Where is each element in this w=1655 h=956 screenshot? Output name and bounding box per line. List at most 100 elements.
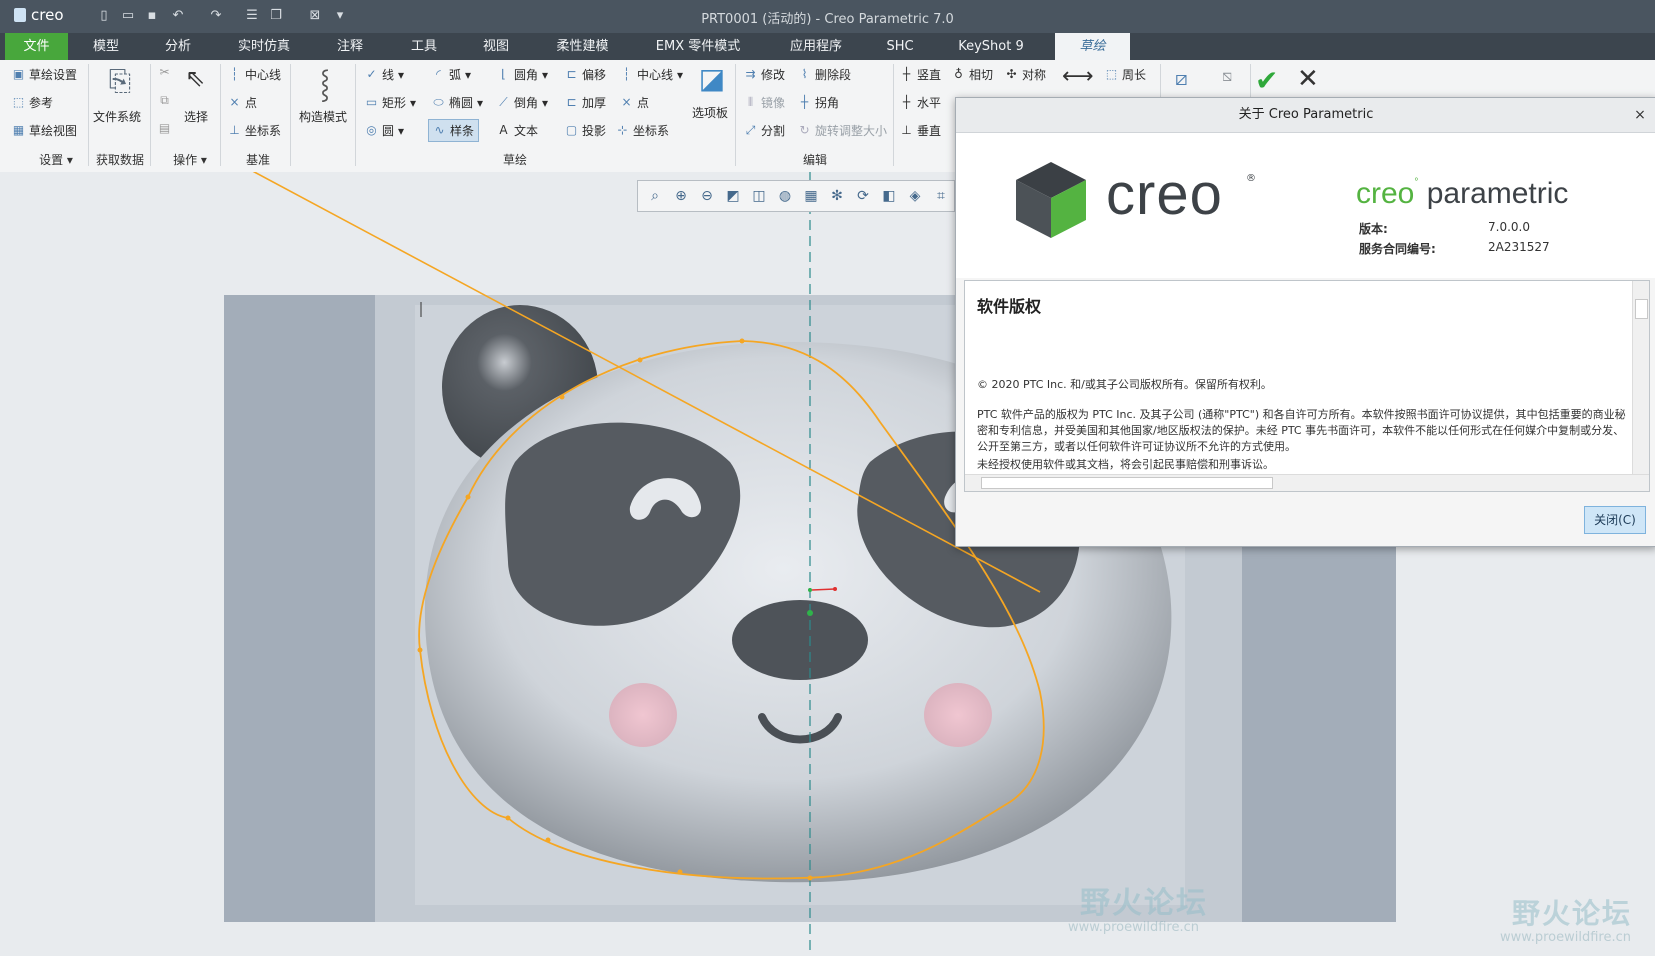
sketch-setup-button[interactable]: ▣ 草绘设置 <box>12 66 77 83</box>
creo-cube-logo-icon <box>1016 162 1086 238</box>
spline-point[interactable] <box>545 837 551 843</box>
display-style-icon[interactable]: ◫ <box>748 185 770 207</box>
rectangle-button[interactable]: ▭ 矩形 ▾ <box>365 94 416 111</box>
spline-point[interactable] <box>559 394 565 400</box>
spline-point[interactable] <box>417 647 423 653</box>
spin-center-icon[interactable]: ⟳ <box>852 185 874 207</box>
corner-button[interactable]: ┼ 拐角 <box>798 94 839 111</box>
spline-icon: ∿ <box>434 123 445 137</box>
vertical-scrollbar[interactable] <box>1632 281 1649 475</box>
file-system-button[interactable]: 文件系统 <box>93 108 141 125</box>
palette-icon[interactable]: ◪ <box>694 62 730 95</box>
fillet-button[interactable]: ⌊ 圆角 ▾ <box>497 66 548 83</box>
tab-view[interactable]: 视图 <box>468 33 524 60</box>
panda-right-blush <box>924 683 992 747</box>
tab-file[interactable]: 文件 <box>5 33 68 60</box>
horizontal-constraint-button[interactable]: ┼ 水平 <box>900 94 941 111</box>
cancel-x-icon[interactable]: ✕ <box>1297 64 1319 94</box>
sketch-csys-button[interactable]: ⊹ 坐标系 <box>616 122 669 139</box>
sketch-point[interactable] <box>808 588 812 592</box>
tangent-icon: ♁ <box>954 67 963 81</box>
repaint-icon[interactable]: ◩ <box>722 185 744 207</box>
dimension-icon[interactable]: ⟷ <box>1062 64 1094 89</box>
tab-analysis[interactable]: 分析 <box>150 33 206 60</box>
copy-icon[interactable]: ⧉ <box>158 94 171 107</box>
perpendicular-constraint-button[interactable]: ⊥ 垂直 <box>900 122 941 139</box>
datum-display-icon[interactable]: ✻ <box>826 185 848 207</box>
spline-point[interactable] <box>807 875 813 881</box>
sketch-display-icon[interactable]: ◈ <box>904 185 926 207</box>
spline-point[interactable] <box>465 494 471 500</box>
tab-annotate[interactable]: 注释 <box>322 33 378 60</box>
datum-centerline-button[interactable]: ┆ 中心线 <box>228 66 281 83</box>
construction-mode-icon[interactable]: ⸾ <box>305 64 345 102</box>
divide-button[interactable]: ⤢ 分割 <box>744 122 785 139</box>
overlap-icon[interactable]: ⧅ <box>1222 66 1232 86</box>
thicken-button[interactable]: ⊏ 加厚 <box>565 94 606 111</box>
view-manager-icon[interactable]: ▦ <box>800 185 822 207</box>
delete-segment-button[interactable]: ⌇ 删除段 <box>798 66 851 83</box>
ellipse-button[interactable]: ⬭ 椭圆 ▾ <box>432 94 483 111</box>
palette-button[interactable]: 选项板 <box>692 104 728 121</box>
spline-button[interactable]: ∿ 样条 <box>428 119 480 142</box>
scroll-thumb[interactable] <box>981 477 1273 489</box>
group-setup[interactable]: 设置 ▾ <box>26 151 86 168</box>
zoom-in-icon[interactable]: ⊕ <box>670 185 692 207</box>
saved-orientations-icon[interactable]: ◍ <box>774 185 796 207</box>
datum-point-button[interactable]: × 点 <box>228 94 257 111</box>
modify-button[interactable]: ⇉ 修改 <box>744 66 785 83</box>
contract-label: 服务合同编号: <box>1359 242 1436 256</box>
tab-tools[interactable]: 工具 <box>396 33 452 60</box>
sketch-centerline-button[interactable]: ┆ 中心线 ▾ <box>620 66 683 83</box>
horizontal-scrollbar[interactable] <box>965 474 1649 491</box>
datum-csys-button[interactable]: ⊥ 坐标系 <box>228 122 281 139</box>
tab-keyshot[interactable]: KeyShot 9 <box>946 33 1036 60</box>
sketch-view-icon[interactable]: ◧ <box>878 185 900 207</box>
divider <box>735 64 736 166</box>
rotate-resize-button[interactable]: ↻ 旋转调整大小 <box>798 122 887 139</box>
vertical-constraint-button[interactable]: ┼ 竖直 <box>900 66 941 83</box>
project-button[interactable]: ▢ 投影 <box>565 122 606 139</box>
inspect-icon[interactable]: ⧄ <box>1175 66 1188 90</box>
arc-button[interactable]: ◜ 弧 ▾ <box>432 66 471 83</box>
spline-point[interactable] <box>677 869 683 875</box>
tab-shc[interactable]: SHC <box>876 33 924 60</box>
copyright-textbox[interactable]: 软件版权 © 2020 PTC Inc. 和/或其子公司版权所有。保留所有权利。… <box>964 280 1650 492</box>
tab-flexible-modeling[interactable]: 柔性建模 <box>545 33 620 60</box>
construction-mode-button[interactable]: 构造模式 <box>299 108 347 125</box>
tab-emx[interactable]: EMX 零件模式 <box>648 33 748 60</box>
perimeter-button[interactable]: ⬚ 周长 <box>1105 66 1146 83</box>
mirror-button[interactable]: ⫴ 镜像 <box>744 94 785 111</box>
circle-button[interactable]: ◎ 圆 ▾ <box>365 122 404 139</box>
group-operations[interactable]: 操作 ▾ <box>160 151 220 168</box>
select-cursor-icon[interactable]: ⇖ <box>180 64 210 92</box>
scroll-thumb[interactable] <box>1635 299 1648 319</box>
paste-icon[interactable]: ▤ <box>158 122 171 135</box>
tab-live-simulation[interactable]: 实时仿真 <box>228 33 300 60</box>
symmetric-constraint-button[interactable]: ✣ 对称 <box>1005 66 1046 83</box>
close-button[interactable]: 关闭(C) <box>1584 506 1646 534</box>
references-button[interactable]: ⬚ 参考 <box>12 94 53 111</box>
dialog-close-icon[interactable]: × <box>1632 107 1648 123</box>
tab-applications[interactable]: 应用程序 <box>776 33 856 60</box>
spline-point[interactable] <box>637 357 643 363</box>
line-button[interactable]: ✓ 线 ▾ <box>365 66 404 83</box>
select-button[interactable]: 选择 <box>184 108 208 125</box>
text-button[interactable]: A 文本 <box>497 122 538 139</box>
tab-sketch[interactable]: 草绘 <box>1055 33 1130 60</box>
spline-point[interactable] <box>739 338 745 344</box>
sketch-view-button[interactable]: ▦ 草绘视图 <box>12 122 77 139</box>
refit-icon[interactable]: ⌕ <box>644 185 666 207</box>
ok-checkmark-icon[interactable]: ✔ <box>1255 64 1278 97</box>
sketch-point-button[interactable]: × 点 <box>620 94 649 111</box>
annotation-display-icon[interactable]: ⌗ <box>930 185 952 207</box>
sketch-origin-point[interactable] <box>807 610 813 616</box>
spline-point[interactable] <box>505 815 511 821</box>
tab-model[interactable]: 模型 <box>78 33 134 60</box>
zoom-out-icon[interactable]: ⊖ <box>696 185 718 207</box>
file-system-icon[interactable]: ⎘ <box>100 64 140 98</box>
cut-icon[interactable]: ✂ <box>158 66 171 79</box>
offset-button[interactable]: ⊏ 偏移 <box>565 66 606 83</box>
chamfer-button[interactable]: ⟋ 倒角 ▾ <box>497 94 548 111</box>
tangent-constraint-button[interactable]: ♁ 相切 <box>952 66 993 83</box>
